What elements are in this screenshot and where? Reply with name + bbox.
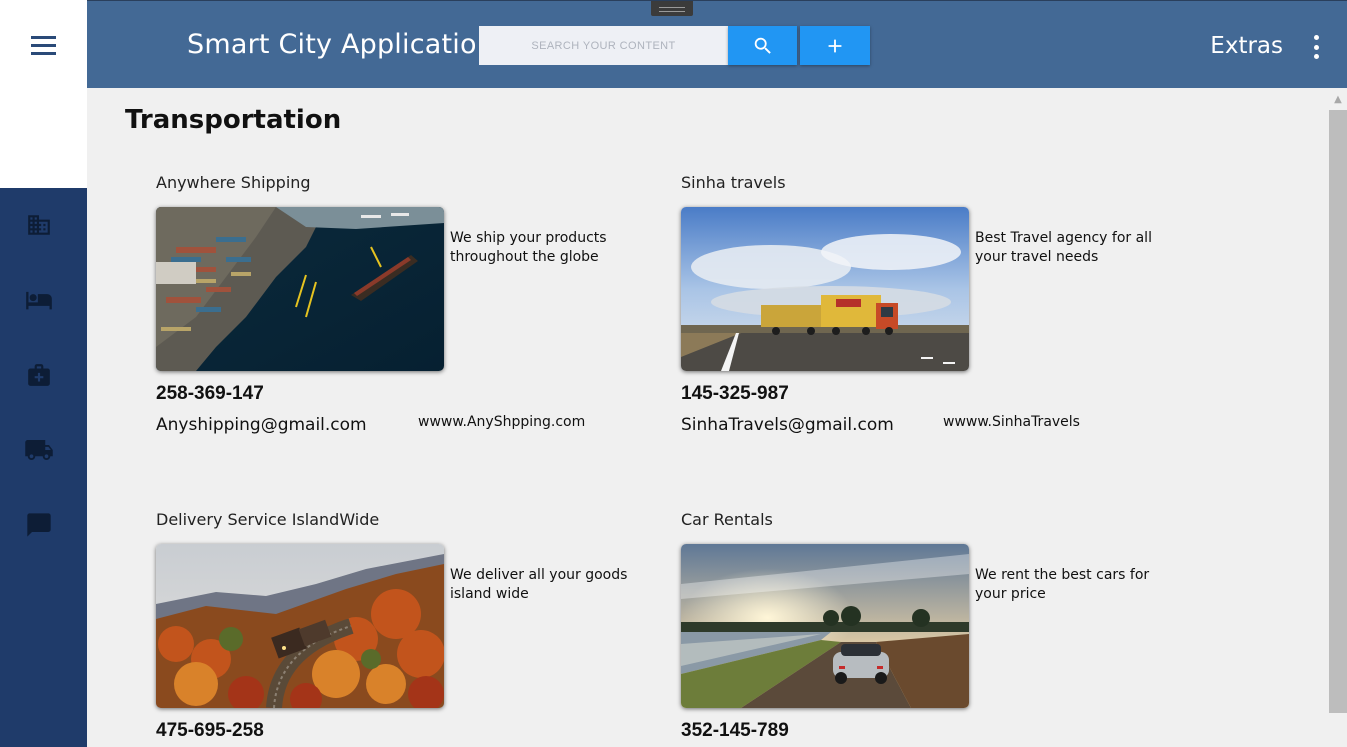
chat-bubble-icon[interactable] [24,510,54,540]
card-website-link[interactable]: wwww.SinhaTravels [943,414,1080,430]
hamburger-menu-icon[interactable] [31,36,56,56]
service-card-anywhere-shipping[interactable]: Anywhere Shipping We ship your products … [156,173,656,435]
main-content: Transportation Anywhere Shipping We ship… [87,88,1329,747]
vertical-scrollbar[interactable]: ▲ [1329,88,1347,747]
card-description: We rent the best cars for your price [975,567,1150,602]
card-title: Sinha travels [681,173,786,192]
search-input[interactable] [479,26,728,65]
nav-header [0,0,87,188]
sidebar [0,188,87,747]
card-email[interactable]: Anyshipping@gmail.com [156,415,367,435]
vintage-car-sunset-photo [681,544,969,708]
card-website-link[interactable]: wwww.AnyShpping.com [418,414,585,430]
card-description: Best Travel agency for all your travel n… [975,230,1152,265]
card-title: Car Rentals [681,510,773,529]
card-phone: 145-325-987 [681,383,789,404]
card-phone: 258-369-147 [156,383,264,404]
window-drag-handle[interactable] [651,1,693,16]
building-icon[interactable] [24,210,54,240]
app-bar: Smart City Application Extras [87,0,1347,88]
search-button[interactable] [728,26,797,65]
card-description: We deliver all your goods island wide [450,567,628,602]
search-icon [754,37,771,54]
scroll-up-arrow-icon[interactable]: ▲ [1329,92,1347,108]
aerial-port-photo [156,207,444,371]
card-email[interactable]: SinhaTravels@gmail.com [681,415,894,435]
medical-bag-icon[interactable] [24,360,54,390]
plus-icon [828,39,842,52]
app-window: Smart City Application Extras Transporta… [0,0,1347,747]
extras-menu[interactable]: Extras [1210,33,1283,59]
card-phone: 475-695-258 [156,720,264,741]
truck-icon[interactable] [24,435,54,465]
truck-on-road-photo [681,207,969,371]
scroll-thumb[interactable] [1329,110,1347,713]
train-autumn-photo [156,544,444,708]
card-title: Anywhere Shipping [156,173,311,192]
card-phone: 352-145-789 [681,720,789,741]
card-title: Delivery Service IslandWide [156,510,380,529]
bed-icon[interactable] [24,285,54,315]
app-title: Smart City Application [187,29,495,60]
add-button[interactable] [800,26,870,65]
service-card-car-rentals[interactable]: Car Rentals We rent the best cars for yo… [681,510,1181,747]
more-vert-icon[interactable] [1305,35,1327,59]
service-card-delivery-islandwide[interactable]: Delivery Service IslandWide We deliver a… [156,510,656,747]
card-description: We ship your products throughout the glo… [450,230,607,265]
page-title: Transportation [125,105,342,135]
service-card-sinha-travels[interactable]: Sinha travels Best Travel agency for all… [681,173,1181,435]
